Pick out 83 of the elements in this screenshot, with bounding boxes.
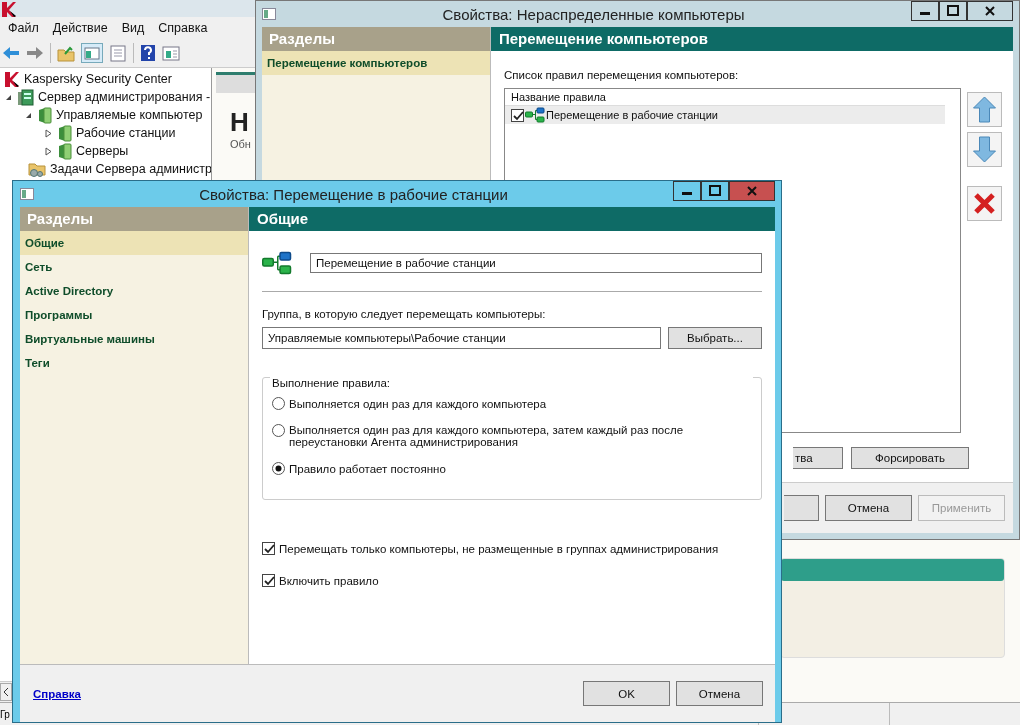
window-icon [262,8,276,20]
maximize-icon[interactable] [939,1,967,21]
check-icon [262,543,275,554]
section-heading: Перемещение компьютеров [491,27,1013,51]
minimize-icon[interactable] [673,181,701,201]
button[interactable]: Отмена [676,681,763,706]
menu-item[interactable]: Файл [8,21,39,35]
sections-header: Разделы [262,27,490,51]
button[interactable]: OK [583,681,670,706]
move-down-icon[interactable] [967,132,1002,167]
section-item[interactable]: Программы [20,303,248,327]
tree-item[interactable]: Сервер администрирования - [38,90,211,104]
server-icon [17,88,34,106]
button[interactable]: Форсировать [851,447,969,469]
rule-name-field[interactable]: Перемещение в рабочие станции [310,253,762,273]
minimize-icon[interactable] [911,1,939,21]
button[interactable]: тва [793,447,843,469]
status-text: Гр [0,708,10,720]
checkbox[interactable] [262,574,275,587]
checkbox[interactable] [262,542,275,555]
tree-item[interactable]: Задачи Сервера администр [50,162,211,176]
section-item[interactable]: Общие [20,231,248,255]
choose-button[interactable]: Выбрать... [668,327,762,349]
collapsed-arrow-icon[interactable] [44,146,53,156]
tree-item[interactable]: Рабочие станции [76,126,176,140]
section-item[interactable]: Теги [20,351,248,375]
scroll-left-icon[interactable] [0,683,12,701]
tree-item[interactable]: Kaspersky Security Center [24,72,172,86]
group-path-field[interactable]: Управляемые компьютеры\Рабочие станции [262,327,661,349]
menu-item[interactable]: Справка [158,21,208,35]
close-icon[interactable] [967,1,1013,21]
tree-item[interactable]: Управляемые компьютер [56,108,203,122]
rule-icon [525,107,545,123]
rule-icon [262,251,292,275]
menu-item[interactable]: Вид [121,21,145,35]
pane-toggle-icon[interactable] [81,43,103,63]
rule-row[interactable]: Перемещение в рабочие станции [505,106,945,124]
folder-up-icon[interactable] [57,44,75,62]
book-icon [57,124,72,142]
window-title: Свойства: Нераспределенные компьютеры [441,5,746,23]
radio-button[interactable] [272,397,285,410]
section-item[interactable]: Перемещение компьютеров [262,51,490,75]
help-icon[interactable] [140,44,156,62]
rule-name: Перемещение в рабочие станции [546,109,718,121]
collapsed-arrow-icon[interactable] [44,128,53,138]
move-up-icon[interactable] [967,92,1002,127]
tree-item[interactable]: Серверы [76,144,129,158]
window-icon [20,188,34,200]
list-label: Список правил перемещения компьютеров: [504,69,740,81]
option-label: Выполняется один раз для каждого компьютера [289,397,547,410]
menu-item[interactable]: Действие [52,21,108,35]
help-link[interactable]: Справка [33,687,81,700]
button[interactable] [784,495,819,521]
checkbox-label: Перемещать только компьютеры, не размещенные в группах администрирования [279,542,719,555]
back-arrow-icon[interactable] [2,45,20,61]
check-icon [511,109,524,121]
section-item[interactable]: Active Directory [20,279,248,303]
section-item[interactable]: Сеть [20,255,248,279]
option-label: Правило работает постоянно [289,462,446,475]
delete-icon[interactable] [967,186,1002,221]
section-heading: Общие [249,207,775,231]
action-pane-icon[interactable] [162,44,180,62]
sections-header: Разделы [20,207,248,231]
book-icon [37,106,52,124]
kaspersky-logo-icon [1,0,17,17]
group-label: Группа, в которую следует перемещать компьютеры: [262,308,547,320]
window-title: Свойства: Перемещение в рабочие станции [198,185,509,203]
forward-arrow-icon[interactable] [26,45,44,61]
pane-subtitle: Обн [230,138,251,150]
section-item[interactable]: Виртуальные машины [20,327,248,351]
group-legend: Выполнение правила: [270,377,753,389]
maximize-icon[interactable] [701,181,729,201]
checkbox-label: Включить правило [279,574,379,587]
kaspersky-logo-icon [4,71,20,87]
radio-button[interactable] [272,462,285,475]
pane-heading: Н [230,107,249,138]
option-label: Выполняется один раз для каждого компьютера, затем каждый раз после переустановки Агента администрирования [289,424,685,448]
book-icon [57,142,72,160]
folder-gears-icon [28,160,46,178]
radio-button[interactable] [272,424,285,437]
button[interactable]: Отмена [825,495,912,521]
check-icon [262,575,275,586]
checkbox[interactable] [511,108,524,122]
